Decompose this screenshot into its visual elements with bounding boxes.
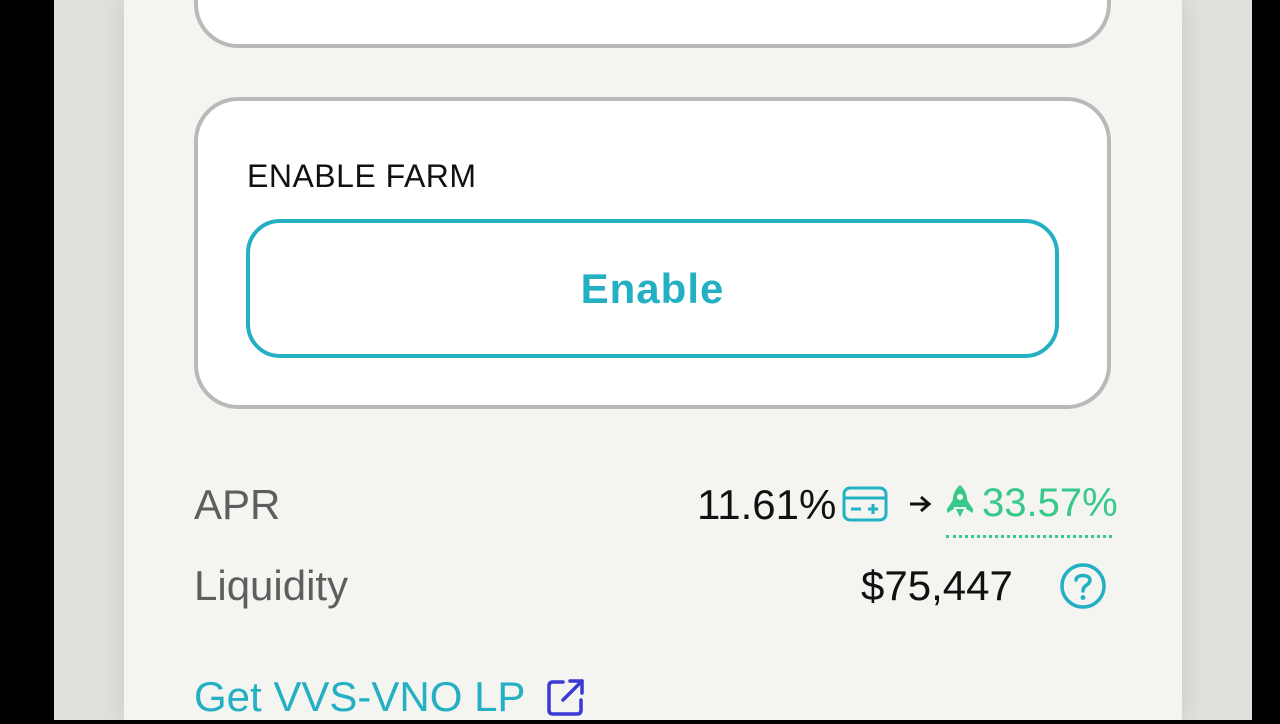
- external-link-icon: [547, 679, 585, 716]
- get-lp-link[interactable]: Get VVS-VNO LP: [194, 670, 587, 724]
- apr-boosted-underline: [946, 535, 1112, 538]
- enable-button[interactable]: Enable: [246, 219, 1059, 358]
- apr-boosted-value[interactable]: 33.57%: [982, 478, 1118, 528]
- enable-farm-title: ENABLE FARM: [247, 158, 477, 194]
- apr-label: APR: [194, 481, 281, 528]
- liquidity-value: $75,447: [861, 562, 1013, 609]
- question-circle-icon[interactable]: [1058, 561, 1108, 611]
- apr-value: 11.61%: [697, 481, 837, 528]
- rocket-icon: [947, 485, 973, 517]
- liquidity-label: Liquidity: [194, 562, 349, 609]
- arrow-right-icon: [910, 495, 932, 513]
- calculator-icon[interactable]: [842, 486, 888, 522]
- get-lp-link-label: Get VVS-VNO LP: [194, 673, 526, 720]
- previous-section-card: [194, 0, 1111, 48]
